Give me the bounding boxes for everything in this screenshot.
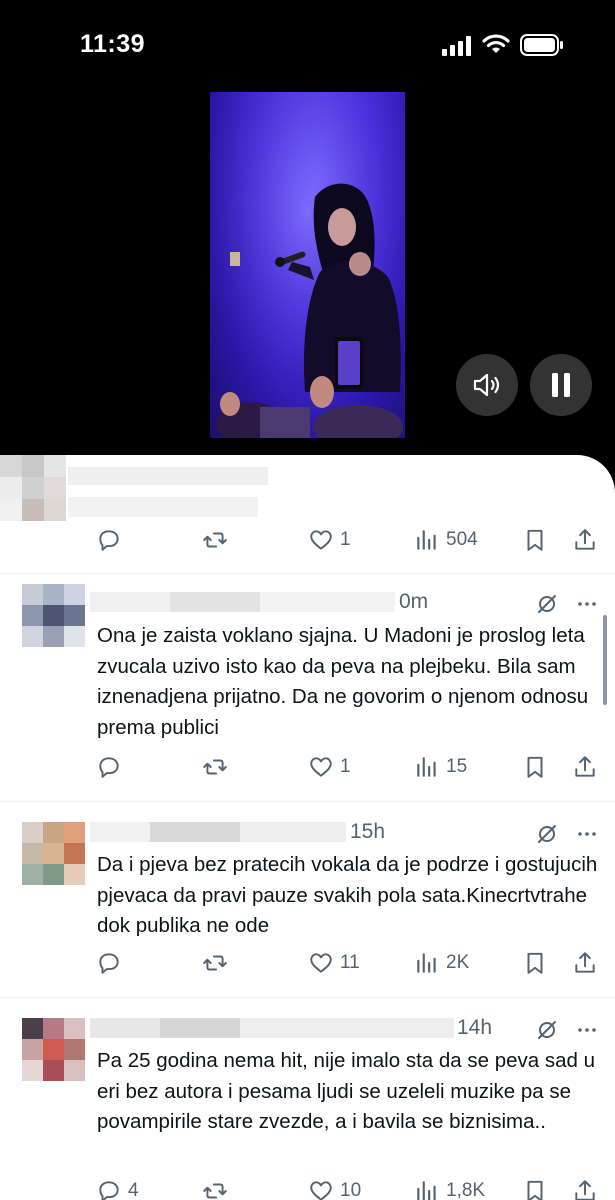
- bookmark-button[interactable]: [522, 752, 548, 782]
- views-icon: [417, 757, 436, 777]
- tweet-time: 14h: [457, 1016, 493, 1039]
- share-button[interactable]: [572, 752, 598, 782]
- tweet-actions: 1 15: [96, 752, 606, 782]
- signal-icon: [442, 36, 471, 56]
- heart-icon: [310, 1181, 332, 1200]
- reply-tweet[interactable]: 15h Da i pjeva bez pratecih vokala da je…: [0, 801, 615, 997]
- share-button[interactable]: [572, 948, 598, 978]
- views-button[interactable]: 15: [414, 752, 467, 782]
- avatar[interactable]: [22, 822, 86, 886]
- blurred-username: [68, 467, 268, 485]
- like-button[interactable]: 1: [308, 752, 351, 782]
- scrollbar[interactable]: [603, 615, 607, 705]
- pause-button[interactable]: [530, 354, 592, 416]
- battery-icon: [520, 34, 563, 56]
- reply-button[interactable]: [96, 752, 128, 782]
- tweet-actions: 11 2K: [96, 948, 606, 978]
- share-icon: [575, 952, 595, 973]
- heart-icon: [310, 530, 332, 550]
- blurred-username: [90, 1018, 454, 1038]
- bookmark-icon: [527, 952, 543, 974]
- bookmark-icon: [527, 1180, 543, 1200]
- blurred-text: [68, 497, 258, 517]
- mute-button[interactable]: [456, 354, 518, 416]
- repost-button[interactable]: [202, 525, 234, 555]
- views-icon: [417, 953, 436, 973]
- repost-icon: [203, 1183, 227, 1199]
- tweet-actions: 4 10 1,8K: [96, 1176, 606, 1200]
- like-button[interactable]: 1: [308, 525, 351, 555]
- share-icon: [575, 756, 595, 777]
- wifi-icon: [482, 34, 510, 53]
- replies-sheet[interactable]: 1 504 0m Ona je zaista voklano sjajna. U…: [0, 455, 615, 1200]
- reply-icon: [99, 757, 119, 778]
- share-button[interactable]: [572, 1176, 598, 1200]
- tweet-text: Pa 25 godina nema hit, nije imalo sta da…: [97, 1049, 596, 1133]
- reply-icon: [99, 1181, 119, 1200]
- tweet-actions: 1 504: [96, 525, 606, 555]
- reply-icon: [99, 530, 119, 551]
- repost-button[interactable]: [202, 1176, 234, 1200]
- video-still: [210, 92, 405, 438]
- video-player[interactable]: [0, 90, 615, 460]
- share-icon: [575, 529, 595, 550]
- repost-icon: [203, 532, 227, 548]
- bookmark-icon: [527, 529, 543, 551]
- tweet-text: Ona je zaista voklano sjajna. U Madoni j…: [97, 624, 589, 739]
- share-icon: [575, 1180, 595, 1200]
- views-icon: [417, 530, 436, 550]
- reply-button[interactable]: [96, 525, 128, 555]
- avatar[interactable]: [22, 1018, 86, 1082]
- reply-button[interactable]: 4: [96, 1176, 139, 1200]
- more-icon[interactable]: [575, 592, 599, 616]
- tweet-time: 15h: [350, 820, 386, 843]
- tweet-text: Da i pjeva bez pratecih vokala da je pod…: [97, 853, 598, 937]
- repost-button[interactable]: [202, 948, 234, 978]
- bookmark-button[interactable]: [522, 1176, 548, 1200]
- status-bar: 11:39: [0, 0, 615, 90]
- reply-button[interactable]: [96, 948, 128, 978]
- more-icon[interactable]: [575, 1018, 599, 1042]
- repost-icon: [203, 759, 227, 775]
- reply-icon: [99, 953, 119, 974]
- tweet-time: 0m: [399, 590, 429, 613]
- repost-icon: [203, 955, 227, 971]
- bookmark-button[interactable]: [522, 948, 548, 978]
- avatar[interactable]: [22, 584, 86, 648]
- heart-icon: [310, 953, 332, 973]
- grok-icon[interactable]: [535, 592, 559, 616]
- views-icon: [417, 1181, 436, 1200]
- reply-tweet[interactable]: 14h Pa 25 godina nema hit, nije imalo st…: [0, 997, 615, 1200]
- blurred-username: [90, 592, 395, 612]
- views-button[interactable]: 2K: [414, 948, 469, 978]
- grok-icon[interactable]: [535, 822, 559, 846]
- reply-tweet[interactable]: 0m Ona je zaista voklano sjajna. U Madon…: [0, 573, 615, 801]
- bookmark-button[interactable]: [522, 525, 548, 555]
- status-time: 11:39: [80, 30, 146, 58]
- more-icon[interactable]: [575, 822, 599, 846]
- repost-button[interactable]: [202, 752, 234, 782]
- like-button[interactable]: 10: [308, 1176, 361, 1200]
- views-button[interactable]: 1,8K: [414, 1176, 485, 1200]
- heart-icon: [310, 757, 332, 777]
- grok-icon[interactable]: [535, 1018, 559, 1042]
- bookmark-icon: [527, 756, 543, 778]
- share-button[interactable]: [572, 525, 598, 555]
- video-frame[interactable]: [210, 92, 405, 438]
- speaker-icon: [473, 373, 500, 397]
- like-button[interactable]: 11: [308, 948, 360, 978]
- pause-icon: [552, 373, 570, 397]
- blurred-username: [90, 822, 346, 842]
- views-button[interactable]: 504: [414, 525, 478, 555]
